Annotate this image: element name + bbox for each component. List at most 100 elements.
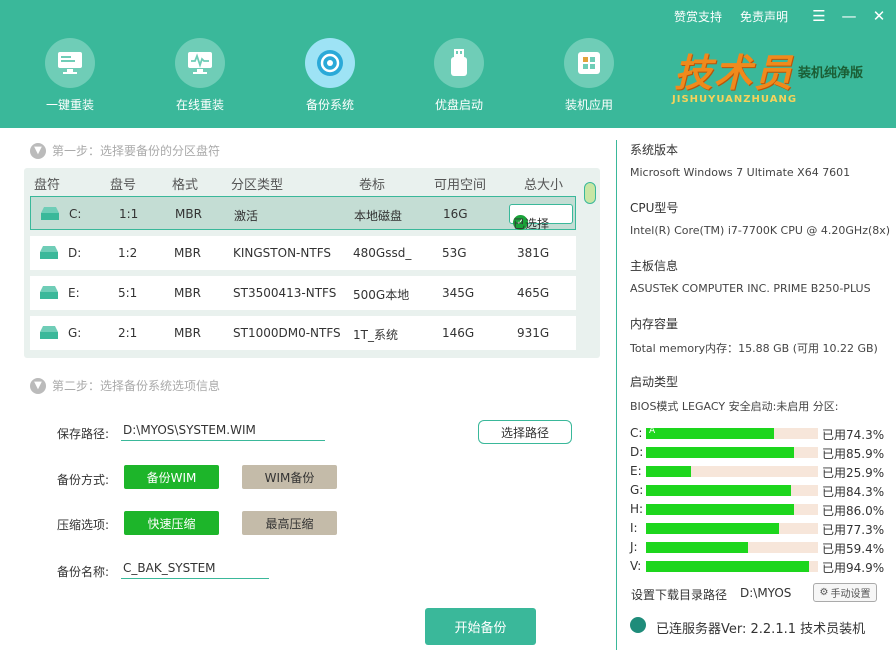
cell-total: 465G bbox=[517, 286, 550, 300]
disk-table: 盘符 盘号 格式 分区类型 卷标 可用空间 总大小 C: 1:1 MBR 激活 … bbox=[24, 168, 600, 358]
backup-name-field[interactable]: C_BAK_SYSTEM bbox=[121, 559, 269, 579]
save-path-field[interactable]: D:\MYOS\SYSTEM.WIM bbox=[121, 421, 325, 441]
boot-value: BIOS模式 LEGACY 安全启动:未启用 分区: bbox=[630, 400, 839, 413]
step1-title: ▼ 第一步：选择要备份的分区盘符 bbox=[30, 142, 220, 159]
cell-letter: E: bbox=[68, 286, 80, 300]
vertical-divider bbox=[616, 140, 617, 650]
usage-bar-track bbox=[646, 523, 818, 534]
usage-bar-fill: A bbox=[646, 426, 774, 439]
fast-compress-button[interactable]: 快速压缩 bbox=[124, 511, 219, 535]
col-header: 卷标 bbox=[359, 178, 386, 193]
cell-label: 480Gssd_ bbox=[353, 246, 412, 260]
partition-letter: J: bbox=[630, 540, 638, 554]
hard-disk-icon bbox=[40, 246, 58, 259]
cell-num: 1:1 bbox=[119, 207, 139, 221]
hard-disk-icon bbox=[40, 326, 58, 339]
usage-bar-fill bbox=[646, 504, 794, 515]
nav-apps[interactable]: 装机应用 bbox=[544, 38, 634, 113]
nav-backup-system[interactable]: 备份系统 bbox=[285, 38, 375, 113]
server-status: 已连服务器Ver: 2.2.1.1 技术员装机 bbox=[656, 622, 866, 637]
usage-bar-track bbox=[646, 542, 818, 553]
table-scrollbar[interactable] bbox=[584, 182, 596, 204]
cell-label: 本地磁盘 bbox=[354, 209, 403, 223]
memory-value: Total memory内存：15.88 GB (可用 10.22 GB) bbox=[630, 342, 878, 355]
usage-bar-fill bbox=[646, 485, 791, 496]
table-row[interactable]: D: 1:2 MBR KINGSTON-NTFS 480Gssd_ 53G 38… bbox=[30, 236, 576, 270]
partition-usage-row: H: 已用86.0% bbox=[630, 502, 890, 518]
cell-label: 1T_系统 bbox=[353, 328, 398, 342]
col-header: 格式 bbox=[172, 178, 199, 193]
usage-bar-track: A bbox=[646, 426, 818, 439]
usage-bar-track bbox=[646, 504, 818, 515]
minimize-icon[interactable]: — bbox=[836, 6, 862, 26]
table-row[interactable]: G: 2:1 MBR ST1000DM0-NTFS 1T_系统 146G 931… bbox=[30, 316, 576, 350]
backup-wim-button[interactable]: 备份WIM bbox=[124, 465, 219, 489]
board-title: 主板信息 bbox=[630, 259, 679, 273]
disclaimer-link[interactable]: 免责声明 bbox=[740, 8, 788, 25]
backup-mode-label: 备份方式: bbox=[57, 473, 110, 487]
usage-bar-track bbox=[646, 447, 818, 458]
partition-letter: G: bbox=[630, 483, 644, 497]
brand-logo: 技术员 装机纯净版 JISHUYUANZHUANG bbox=[668, 40, 878, 110]
partition-letter: H: bbox=[630, 502, 644, 516]
cell-label: 500G本地 bbox=[353, 288, 410, 302]
logo-sub-text: 装机纯净版 bbox=[798, 66, 864, 81]
partition-usage-row: J: 已用59.4% bbox=[630, 540, 890, 556]
boot-title: 启动类型 bbox=[630, 375, 679, 389]
usage-percent-text: 已用85.9% bbox=[822, 447, 885, 461]
usage-bar-fill bbox=[646, 466, 691, 477]
manual-set-button[interactable]: ⚙ 手动设置 bbox=[813, 583, 877, 602]
step2-title: ▼ 第二步：选择备份系统选项信息 bbox=[30, 377, 220, 394]
disc-icon bbox=[305, 38, 355, 88]
cell-letter: C: bbox=[69, 207, 82, 221]
compress-label: 压缩选项: bbox=[57, 518, 110, 532]
cell-num: 1:2 bbox=[118, 246, 138, 260]
close-icon[interactable]: ✕ bbox=[866, 6, 892, 26]
partition-usage-row: D: 已用85.9% bbox=[630, 445, 890, 461]
step1-text: 第一步：选择要备份的分区盘符 bbox=[52, 144, 221, 158]
donate-link[interactable]: 赞赏支持 bbox=[674, 8, 722, 25]
cell-type: ST3500413-NTFS bbox=[233, 286, 337, 300]
os-title: 系统版本 bbox=[630, 143, 679, 157]
partition-letter: V: bbox=[630, 559, 642, 573]
nav-label: 在线重装 bbox=[175, 98, 224, 112]
cell-format: MBR bbox=[174, 246, 201, 260]
table-row[interactable]: C: 1:1 MBR 激活 本地磁盘 16G ✓ 已选择 bbox=[30, 196, 576, 231]
partition-usage-row: G: 已用84.3% bbox=[630, 483, 890, 499]
arrow-down-icon: ▼ bbox=[30, 377, 46, 394]
partition-usage-row: C: A 已用74.3% bbox=[630, 426, 890, 442]
selected-text: 已选择 bbox=[513, 217, 550, 231]
nav-online-reinstall[interactable]: 在线重装 bbox=[155, 38, 245, 113]
cell-letter: G: bbox=[68, 326, 82, 340]
cell-type: ST1000DM0-NTFS bbox=[233, 326, 341, 340]
partition-letter: I: bbox=[630, 521, 638, 535]
cpu-value: Intel(R) Core(TM) i7-7700K CPU @ 4.20GHz… bbox=[630, 224, 891, 237]
max-compress-button[interactable]: 最高压缩 bbox=[242, 511, 337, 535]
choose-path-button[interactable]: 选择路径 bbox=[478, 420, 572, 444]
cell-total: 381G bbox=[517, 246, 550, 260]
step2-text: 第二步：选择备份系统选项信息 bbox=[52, 379, 221, 393]
wim-backup-button[interactable]: WIM备份 bbox=[242, 465, 337, 489]
monitor-icon bbox=[45, 38, 95, 88]
partition-letter: C: bbox=[630, 426, 643, 440]
usage-bar-track bbox=[646, 466, 818, 477]
cell-type: 激活 bbox=[234, 209, 259, 223]
start-backup-button[interactable]: 开始备份 bbox=[425, 608, 536, 645]
usage-percent-text: 已用84.3% bbox=[822, 485, 885, 499]
hard-disk-icon bbox=[41, 207, 59, 220]
nav-one-click-reinstall[interactable]: 一键重装 bbox=[25, 38, 115, 113]
col-header: 总大小 bbox=[524, 178, 564, 193]
table-row[interactable]: E: 5:1 MBR ST3500413-NTFS 500G本地 345G 46… bbox=[30, 276, 576, 310]
nav-usb-boot[interactable]: 优盘启动 bbox=[414, 38, 504, 113]
cell-free: 345G bbox=[442, 286, 475, 300]
usage-percent-text: 已用77.3% bbox=[822, 523, 885, 537]
nav-label: 优盘启动 bbox=[434, 98, 483, 112]
usage-bar-fill bbox=[646, 447, 794, 458]
disk-table-header: 盘符 盘号 格式 分区类型 卷标 可用空间 总大小 bbox=[24, 174, 584, 194]
cell-free: 16G bbox=[443, 207, 468, 221]
usage-bar-mark: A bbox=[649, 426, 656, 436]
logo-pinyin-text: JISHUYUANZHUANG bbox=[672, 94, 798, 105]
nav-label: 一键重装 bbox=[45, 98, 94, 112]
cell-total: 931G bbox=[517, 326, 550, 340]
menu-icon[interactable]: ☰ bbox=[806, 6, 832, 26]
